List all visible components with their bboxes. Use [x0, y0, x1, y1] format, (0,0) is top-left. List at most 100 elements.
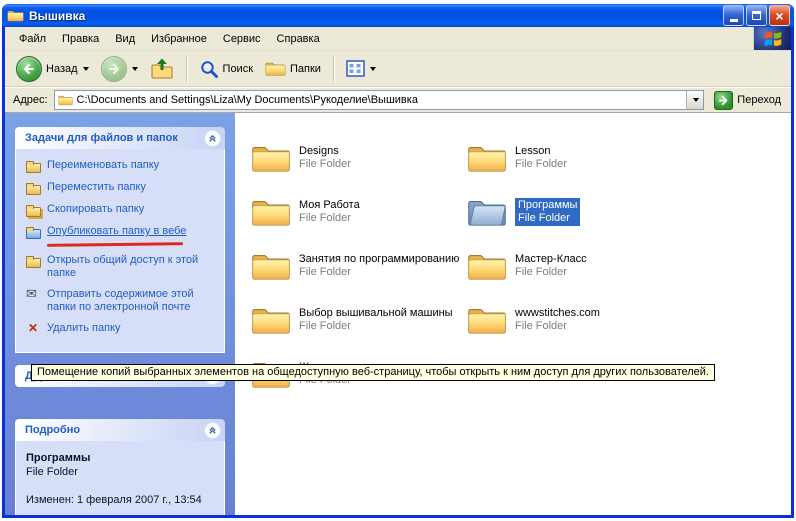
address-folder-icon	[58, 94, 73, 106]
details-file-type: File Folder	[26, 465, 220, 479]
annotation-underline	[47, 242, 183, 247]
folder-icon	[467, 142, 507, 174]
publish-folder-icon	[26, 225, 42, 239]
address-dropdown-button[interactable]	[686, 91, 703, 109]
details-body: Программы File Folder Изменен: 1 февраля…	[15, 441, 225, 515]
tooltip: Помещение копий выбранных элементов на о…	[31, 364, 715, 381]
share-folder-icon	[26, 254, 42, 268]
forward-arrow-icon	[101, 56, 127, 82]
back-label: Назад	[46, 63, 78, 75]
close-button[interactable]: ×	[769, 5, 790, 26]
toolbar-separator	[333, 56, 334, 82]
task-link-label[interactable]: Переименовать папку	[47, 159, 159, 172]
chevron-up-icon	[207, 133, 218, 144]
task-link-label[interactable]: Переместить папку	[47, 181, 146, 194]
menu-item-2[interactable]: Вид	[107, 30, 143, 48]
folders-label: Папки	[290, 63, 321, 75]
task-link-label[interactable]: Скопировать папку	[47, 203, 144, 216]
file-type: File Folder	[299, 158, 351, 171]
file-tile[interactable]: Моя Работа File Folder	[251, 185, 467, 239]
file-name: Выбор вышивальной машины	[299, 307, 453, 320]
views-button[interactable]	[341, 58, 381, 79]
task-link-item[interactable]: Опубликовать папку в вебе	[26, 225, 220, 246]
task-link-item[interactable]: Переименовать папку	[26, 159, 220, 173]
file-tile[interactable]: Программы File Folder	[467, 185, 683, 239]
folders-button[interactable]: Папки	[260, 58, 326, 79]
email-folder-icon	[26, 288, 42, 302]
address-bar: Адрес: Переход	[5, 87, 791, 113]
search-label: Поиск	[223, 63, 253, 75]
file-list-area[interactable]: Designs File Folder Lesson File Folder М…	[235, 113, 791, 515]
task-link-item[interactable]: Переместить папку	[26, 181, 220, 195]
task-link-label[interactable]: Опубликовать папку в вебе	[47, 225, 186, 238]
menu-bar: ФайлПравкаВидИзбранноеСервисСправка	[5, 27, 791, 51]
views-dropdown-icon	[370, 67, 376, 71]
up-folder-icon	[150, 57, 174, 81]
section-title: Подробно	[25, 424, 80, 436]
file-type: File Folder	[515, 320, 600, 333]
task-link-item[interactable]: Открыть общий доступ к этой папке	[26, 254, 220, 280]
forward-button[interactable]	[96, 54, 143, 84]
file-tile[interactable]: Занятия по программированию File Folder	[251, 239, 467, 293]
views-icon	[346, 60, 365, 77]
menu-item-5[interactable]: Справка	[269, 30, 328, 48]
copy-folder-icon	[26, 203, 42, 217]
file-folder-tasks-header[interactable]: Задачи для файлов и папок	[15, 127, 225, 149]
collapse-button[interactable]	[204, 130, 221, 147]
task-link-item[interactable]: Отправить содержимое этой папки по элект…	[26, 288, 220, 314]
task-link-label[interactable]: Удалить папку	[47, 322, 121, 335]
task-pane: Задачи для файлов и папок Переименовать …	[5, 113, 235, 515]
search-button[interactable]: Поиск	[194, 57, 258, 81]
chevron-up-icon	[207, 425, 218, 436]
file-name: Программы	[518, 199, 577, 212]
go-button[interactable]: Переход	[710, 91, 785, 110]
move-folder-icon	[26, 181, 42, 195]
task-link-item[interactable]: Удалить папку	[26, 322, 220, 336]
toolbar-separator	[186, 56, 187, 82]
task-link-item[interactable]: Скопировать папку	[26, 203, 220, 217]
file-folder-tasks-section: Задачи для файлов и папок Переименовать …	[15, 127, 225, 353]
collapse-button[interactable]	[204, 422, 221, 439]
maximize-button[interactable]	[746, 5, 767, 26]
file-tile[interactable]: Designs File Folder	[251, 131, 467, 185]
file-type: File Folder	[515, 266, 587, 279]
task-list: Переименовать папку Переместить папку Ск…	[15, 149, 225, 353]
file-grid: Designs File Folder Lesson File Folder М…	[235, 113, 791, 401]
menu-item-4[interactable]: Сервис	[215, 30, 269, 48]
task-link-label[interactable]: Отправить содержимое этой папки по элект…	[47, 288, 219, 314]
file-name: Designs	[299, 145, 351, 158]
file-name: Мастер-Класс	[515, 253, 587, 266]
file-name: Моя Работа	[299, 199, 360, 212]
task-link-label[interactable]: Открыть общий доступ к этой папке	[47, 254, 219, 280]
file-tile[interactable]: Выбор вышивальной машины File Folder	[251, 293, 467, 347]
file-tile[interactable]: Lesson File Folder	[467, 131, 683, 185]
section-gap	[15, 399, 225, 419]
up-button[interactable]	[145, 55, 179, 83]
folder-icon	[251, 250, 291, 282]
maximize-icon	[752, 11, 761, 20]
folder-icon	[251, 304, 291, 336]
minimize-button[interactable]	[723, 5, 744, 26]
folder-icon	[467, 304, 507, 336]
address-input[interactable]	[77, 92, 683, 108]
window-folder-icon[interactable]	[7, 8, 24, 23]
file-tile[interactable]: Мастер-Класс File Folder	[467, 239, 683, 293]
details-section: Подробно Программы File Folder Изменен: …	[15, 419, 225, 515]
file-name: Занятия по программированию	[299, 253, 459, 266]
file-type: File Folder	[515, 158, 567, 171]
go-label: Переход	[737, 94, 781, 106]
file-type: File Folder	[299, 266, 459, 279]
file-tile[interactable]: wwwstitches.com File Folder	[467, 293, 683, 347]
address-combo[interactable]	[54, 90, 705, 110]
details-header[interactable]: Подробно	[15, 419, 225, 441]
back-arrow-icon	[16, 56, 42, 82]
folder-icon	[251, 142, 291, 174]
menu-item-3[interactable]: Избранное	[143, 30, 215, 48]
menu-item-0[interactable]: Файл	[11, 30, 54, 48]
back-button[interactable]: Назад	[11, 54, 94, 84]
menu-item-1[interactable]: Правка	[54, 30, 107, 48]
folder-icon	[467, 250, 507, 282]
folder-icon	[467, 196, 507, 228]
folders-icon	[265, 60, 286, 77]
windows-logo-icon	[753, 27, 791, 50]
